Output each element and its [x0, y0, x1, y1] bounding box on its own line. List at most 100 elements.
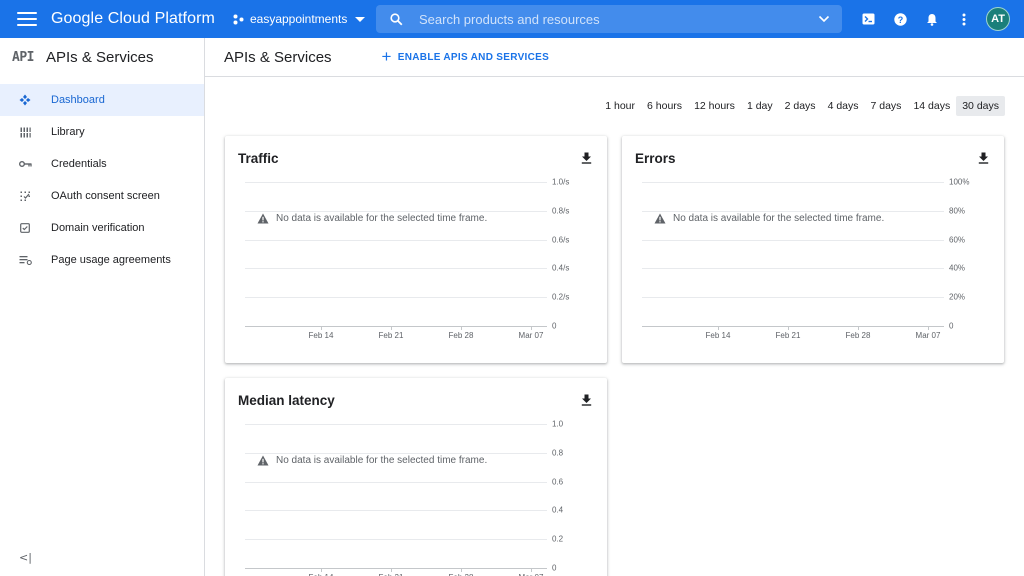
consent-icon: [0, 191, 51, 202]
sidebar-item-credentials[interactable]: Credentials: [0, 148, 204, 180]
gridline: [642, 239, 944, 241]
gridline: [245, 568, 547, 569]
gridline: [245, 326, 547, 327]
range-1-hour[interactable]: 1 hour: [599, 96, 641, 116]
sidebar-item-library[interactable]: Library: [0, 116, 204, 148]
no-data-text: No data is available for the selected ti…: [276, 455, 488, 466]
sidebar-item-label: OAuth consent screen: [51, 190, 160, 202]
more-vert-icon: [962, 13, 966, 25]
gridline: [245, 510, 547, 512]
y-axis-tick-label: 0.2/s: [552, 292, 570, 302]
x-axis-tick: [391, 326, 392, 330]
x-axis-tick: [461, 568, 462, 572]
time-range-selector: 1 hour 6 hours 12 hours 1 day 2 days 4 d…: [599, 96, 1005, 116]
sidebar-item-page-usage-agreements[interactable]: Page usage agreements: [0, 244, 204, 276]
range-1-day[interactable]: 1 day: [741, 96, 779, 116]
range-30-days[interactable]: 30 days: [956, 96, 1005, 116]
no-data-text: No data is available for the selected ti…: [673, 213, 885, 224]
search-icon: [390, 12, 403, 25]
y-axis-tick-label: 1.0/s: [552, 177, 570, 187]
x-axis-tick-label: Feb 21: [775, 331, 801, 340]
key-icon: [0, 160, 51, 168]
range-12-hours[interactable]: 12 hours: [688, 96, 741, 116]
y-axis-tick-label: 40%: [949, 263, 966, 273]
median-latency-card: Median latency 1.00.80.60.40.20Feb 14Feb…: [225, 378, 607, 576]
checkbox-icon: [0, 223, 51, 233]
median-latency-chart: 1.00.80.60.40.20Feb 14Feb 21Feb 28Mar 07: [245, 414, 585, 576]
gridline: [245, 239, 547, 241]
gridline: [245, 481, 547, 483]
no-data-text: No data is available for the selected ti…: [276, 213, 488, 224]
search-bar[interactable]: [376, 5, 842, 33]
sidebar-item-label: Domain verification: [51, 222, 145, 234]
traffic-card: Traffic 1.0/s 0.8/s 0.6/s 0.4/s 0.2/s 0 Feb 14…: [225, 136, 607, 363]
enable-apis-label: ENABLE APIS AND SERVICES: [397, 51, 550, 63]
gridline: [245, 182, 547, 183]
gridline: [245, 297, 547, 299]
sidebar-item-oauth-consent[interactable]: OAuth consent screen: [0, 180, 204, 212]
range-2-days[interactable]: 2 days: [779, 96, 822, 116]
gridline: [642, 268, 944, 270]
library-icon: [0, 127, 51, 138]
project-icon: [233, 14, 244, 24]
dashboard-icon: [0, 94, 51, 106]
gridline: [245, 452, 547, 454]
collapse-sidebar-button[interactable]: <|: [19, 551, 32, 564]
sidebar-item-dashboard[interactable]: Dashboard: [0, 84, 204, 116]
card-title: Errors: [635, 151, 676, 166]
y-axis-tick-label: 0.4: [552, 505, 564, 515]
gridline: [642, 297, 944, 299]
svg-text:?: ?: [897, 15, 903, 25]
search-input[interactable]: [419, 11, 799, 27]
card-title: Traffic: [238, 151, 279, 166]
x-axis-tick-label: Mar 07: [915, 331, 941, 340]
warning-icon: [257, 455, 269, 466]
download-icon[interactable]: [581, 152, 592, 164]
range-14-days[interactable]: 14 days: [907, 96, 956, 116]
x-axis-tick-label: Feb 28: [845, 331, 871, 340]
range-4-days[interactable]: 4 days: [822, 96, 865, 116]
no-data-message: No data is available for the selected ti…: [654, 213, 914, 224]
range-7-days[interactable]: 7 days: [865, 96, 908, 116]
brand-title[interactable]: Google Cloud Platform: [51, 10, 215, 28]
sidebar-item-label: Library: [51, 126, 85, 138]
api-logo: API: [12, 50, 34, 65]
y-axis-tick-label: 60%: [949, 235, 966, 245]
no-data-message: No data is available for the selected ti…: [257, 213, 517, 224]
traffic-chart: 1.0/s 0.8/s 0.6/s 0.4/s 0.2/s 0 Feb 14 Feb 21 Fe…: [245, 172, 585, 342]
x-axis-tick: [321, 568, 322, 572]
x-axis-tick: [321, 326, 322, 330]
project-selector[interactable]: easyappointments: [233, 12, 366, 26]
bell-icon: [927, 13, 937, 26]
menu-icon[interactable]: [17, 12, 37, 26]
y-axis-tick-label: 1.0: [552, 419, 564, 429]
x-axis-tick: [718, 326, 719, 330]
more-options-button[interactable]: [948, 0, 980, 38]
range-6-hours[interactable]: 6 hours: [641, 96, 688, 116]
sidebar-item-label: Credentials: [51, 158, 107, 170]
sidebar: API APIs & Services Dashboard Library Cr…: [0, 38, 205, 576]
errors-chart: 100% 80% 60% 40% 20% 0 Feb 14 Feb 21 Feb 28 Mar 0…: [642, 172, 982, 342]
x-axis-tick: [858, 326, 859, 330]
sidebar-item-label: Page usage agreements: [51, 254, 171, 266]
download-icon[interactable]: [581, 394, 592, 406]
sidebar-title: APIs & Services: [45, 49, 154, 66]
y-axis-tick-label: 20%: [949, 292, 966, 302]
help-icon: ?: [893, 12, 907, 26]
notifications-button[interactable]: [916, 0, 948, 38]
x-axis-tick-label: Mar 07: [518, 331, 544, 340]
search-expand-icon[interactable]: [818, 13, 830, 25]
y-axis-tick-label: 80%: [949, 206, 966, 216]
help-button[interactable]: ?: [884, 0, 916, 38]
sidebar-header: API APIs & Services: [0, 38, 204, 77]
download-icon[interactable]: [978, 152, 989, 164]
project-name: easyappointments: [249, 12, 348, 26]
avatar[interactable]: AT: [986, 7, 1010, 31]
gridline: [245, 424, 547, 425]
enable-apis-button[interactable]: + ENABLE APIS AND SERVICES: [382, 47, 550, 67]
chevron-down-icon: [355, 16, 366, 22]
sidebar-item-domain-verification[interactable]: Domain verification: [0, 212, 204, 244]
warning-icon: [654, 213, 666, 224]
y-axis-tick-label: 0: [552, 321, 557, 331]
cloud-shell-button[interactable]: [852, 0, 884, 38]
